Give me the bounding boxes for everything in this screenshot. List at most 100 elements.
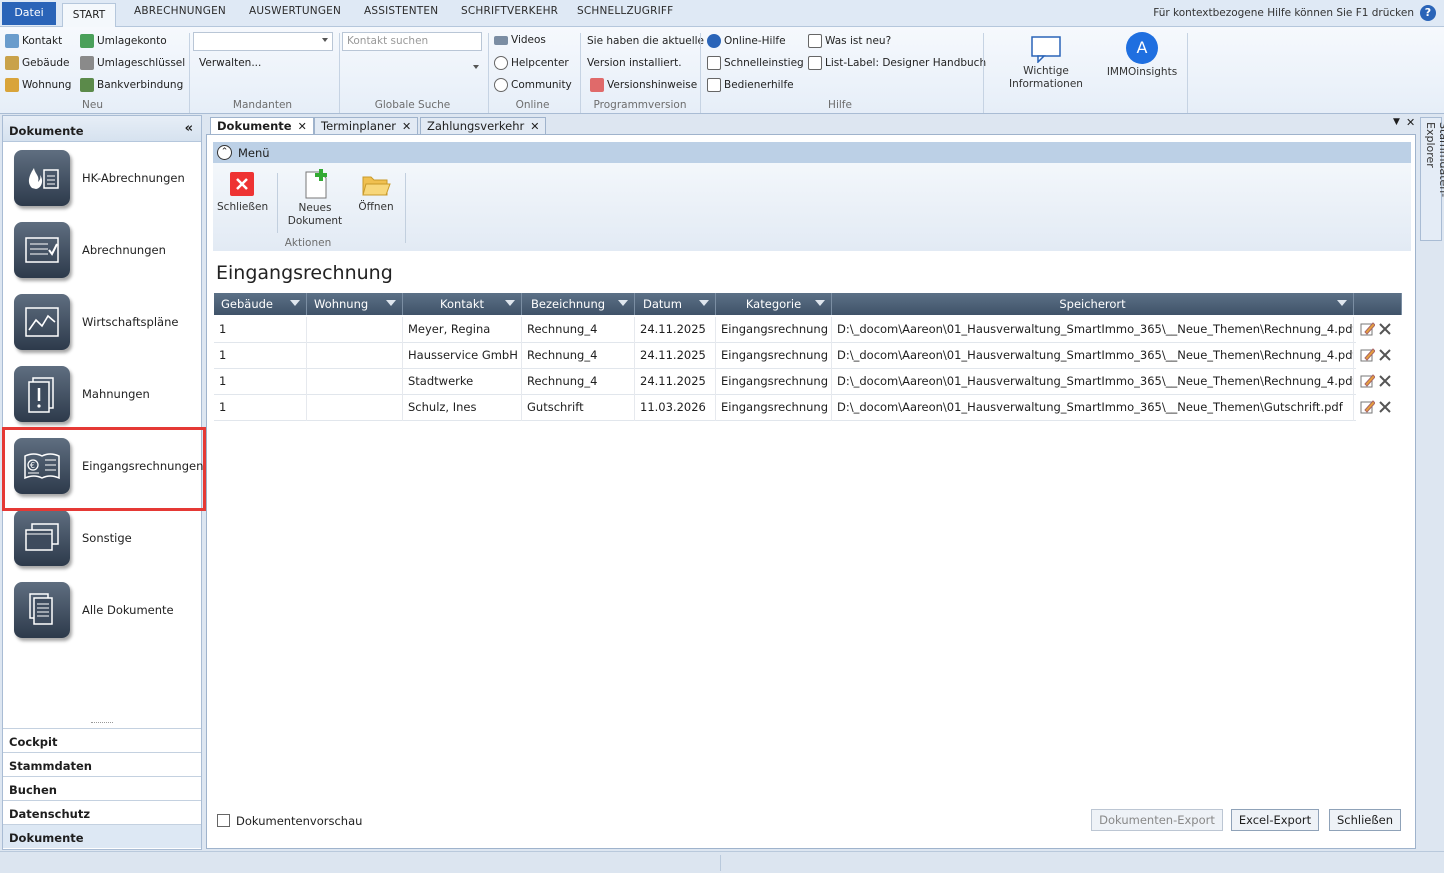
edit-icon[interactable] [1359,399,1375,415]
stammdaten-explorer-tab[interactable]: Stammdaten-Explorer [1420,117,1444,241]
section-datenschutz[interactable]: Datenschutz [3,800,201,824]
status-separator [720,855,721,871]
versionshinweise-button[interactable]: Versionshinweise [590,78,697,92]
was-ist-neu-button[interactable]: Was ist neu? [808,34,891,48]
column-header-gebaeude[interactable]: Gebäude [214,293,307,315]
table-cell: 1 [214,317,307,343]
list-label-handbuch-button[interactable]: List-Label: Designer Handbuch [808,56,986,70]
online-hilfe-button[interactable]: Online-Hilfe [707,34,786,48]
filter-icon[interactable] [290,300,300,306]
mandant-select[interactable] [193,32,333,51]
briefcase-icon [590,78,604,92]
new-umlagekonto-button[interactable]: Umlagekonto [80,34,167,48]
delete-icon[interactable] [1377,373,1393,389]
table-row[interactable]: 1 Schulz, Ines Gutschrift 11.03.2026 Eingang… [214,395,1391,421]
delete-icon[interactable] [1377,321,1393,337]
contact-search-input[interactable]: Kontakt suchen [342,32,482,51]
table-cell: Rechnung_4 [522,369,635,395]
column-header-kategorie[interactable]: Kategorie [716,293,832,315]
filter-icon[interactable] [386,300,396,306]
table-row[interactable]: 1 Hausservice GmbH Rechnung_4 24.11.2025 Ein… [214,343,1391,369]
section-buchen[interactable]: Buchen [3,776,201,800]
nav-item-wirtschaftsplaene[interactable]: Wirtschaftspläne [11,290,199,354]
nav-item-sonstige[interactable]: Sonstige [11,506,199,570]
new-gebaeude-button[interactable]: Gebäude [5,56,69,70]
collapse-circle-icon[interactable]: ⌃ [217,145,232,160]
new-document-button[interactable]: Neues Dokument [285,169,345,228]
delete-icon[interactable] [1377,399,1393,415]
close-icon[interactable]: ✕ [530,120,539,133]
edit-icon[interactable] [1359,347,1375,363]
tab-list-dropdown-icon[interactable]: ▼ [1393,117,1400,127]
wichtige-informationen-button[interactable]: Wichtige Informationen [987,35,1105,91]
filter-icon[interactable] [505,300,515,306]
column-header-bezeichnung[interactable]: Bezeichnung [522,293,635,315]
table-cell: Rechnung_4 [522,343,635,369]
group-label-aktionen: Aktionen [284,237,332,249]
documents-table: Gebäude Wohnung Kontakt Bezeichnung Datu… [214,293,1404,423]
new-bankverbindung-label: Bankverbindung [97,79,184,91]
dokumenten-export-button[interactable]: Dokumenten-Export [1091,809,1223,831]
mandanten-verwalten-button[interactable]: Verwalten... [199,57,261,69]
close-button[interactable]: Schließen [1329,809,1401,831]
schliessen-button[interactable]: Schließen [217,171,268,214]
tab-datei[interactable]: Datei [2,2,56,25]
doc-tab-label: Dokumente [217,119,292,133]
section-dokumente[interactable]: Dokumente [3,824,201,848]
header-label: Wohnung [314,297,369,311]
close-all-icon[interactable]: ✕ [1406,116,1415,129]
doc-tab-dokumente[interactable]: Dokumente ✕ [210,117,314,134]
tab-abrechnungen[interactable]: ABRECHNUNGEN [134,5,226,17]
help-icon[interactable]: ? [1420,5,1436,21]
table-row[interactable]: 1 Meyer, Regina Rechnung_4 24.11.2025 Eingan… [214,317,1391,343]
schnelleinstieg-button[interactable]: Schnelleinstieg [707,56,804,70]
tab-schnellzugriff[interactable]: SCHNELLZUGRIFF [577,5,673,17]
filter-icon[interactable] [699,300,709,306]
section-stammdaten[interactable]: Stammdaten [3,752,201,776]
preview-checkbox[interactable] [217,814,230,827]
new-bankverbindung-button[interactable]: Bankverbindung [80,78,183,92]
column-header-datum[interactable]: Datum [635,293,716,315]
nav-item-abrechnungen[interactable]: Abrechnungen [11,218,199,282]
videos-button[interactable]: Videos [494,34,546,46]
new-kontakt-button[interactable]: Kontakt [5,34,62,48]
oeffnen-button[interactable]: Öffnen [351,171,401,214]
filter-icon[interactable] [815,300,825,306]
tab-schriftverkehr[interactable]: SCHRIFTVERKEHR [461,5,558,17]
edit-icon[interactable] [1359,373,1375,389]
table-row[interactable]: 1 Stadtwerke Rechnung_4 24.11.2025 Eingangsr… [214,369,1391,395]
tab-start[interactable]: START [62,3,116,28]
close-icon[interactable]: ✕ [402,120,411,133]
doc-tab-terminplaner[interactable]: Terminplaner ✕ [314,117,419,134]
menu-bar[interactable]: ⌃ Menü [213,142,1411,163]
new-umlageschluessel-button[interactable]: Umlageschlüssel [80,56,185,70]
column-header-speicherort[interactable]: Speicherort [832,293,1354,315]
wichtige-informationen-label: Wichtige Informationen [1009,65,1083,90]
collapse-icon[interactable]: « [185,121,193,136]
delete-icon[interactable] [1377,347,1393,363]
helpcenter-button[interactable]: Helpcenter [494,56,569,70]
nav-item-hk-abrechnungen[interactable]: HK-Abrechnungen [11,146,199,210]
nav-item-label: Mahnungen [82,387,150,401]
excel-export-button[interactable]: Excel-Export [1231,809,1319,831]
section-cockpit[interactable]: Cockpit [3,728,201,752]
splitter-grip[interactable] [91,722,113,724]
column-header-kontakt[interactable]: Kontakt [403,293,522,315]
community-button[interactable]: Community [494,78,572,92]
column-header-wohnung[interactable]: Wohnung [307,293,403,315]
table-cell: Stadtwerke [403,369,522,395]
tab-assistenten[interactable]: ASSISTENTEN [364,5,438,17]
doc-tab-zahlungsverkehr[interactable]: Zahlungsverkehr ✕ [420,117,547,134]
bedienerhilfe-button[interactable]: Bedienerhilfe [707,78,794,92]
nav-item-alle-dokumente[interactable]: Alle Dokumente [11,578,199,642]
filter-icon[interactable] [618,300,628,306]
close-icon[interactable]: ✕ [298,120,307,133]
help-hint: Für kontextbezogene Hilfe können Sie F1 … [1153,7,1414,19]
helpcenter-label: Helpcenter [511,57,569,69]
new-wohnung-button[interactable]: Wohnung [5,78,71,92]
nav-item-mahnungen[interactable]: Mahnungen [11,362,199,426]
edit-icon[interactable] [1359,321,1375,337]
immoinsights-button[interactable]: A IMMOinsights [1106,32,1178,79]
tab-auswertungen[interactable]: AUSWERTUNGEN [249,5,341,17]
filter-icon[interactable] [1337,300,1347,306]
